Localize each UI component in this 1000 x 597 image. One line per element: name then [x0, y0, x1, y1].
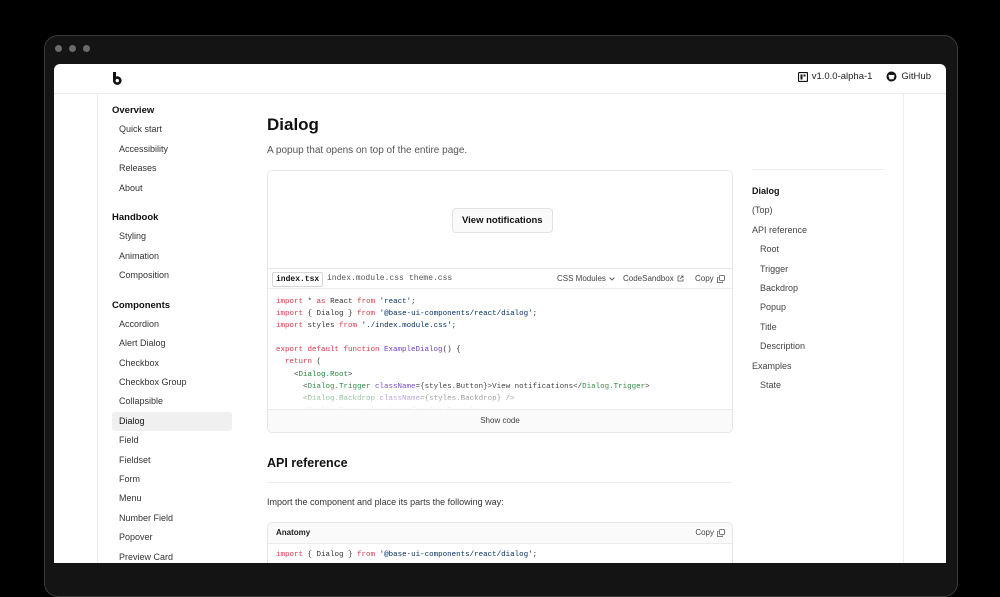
base-ui-logo-icon[interactable] [112, 72, 124, 85]
css-modules-select[interactable]: CSS Modules [557, 272, 615, 285]
toc-item-api-reference[interactable]: API reference [752, 221, 892, 240]
codesandbox-label: CodeSandbox [623, 274, 674, 283]
main-content: Dialog A popup that opens on top of the … [267, 114, 733, 563]
demo-panel: View notifications index.tsx index.modul… [267, 170, 733, 433]
show-code-button[interactable]: Show code [268, 409, 732, 432]
github-label: GitHub [901, 71, 931, 82]
nav-section-handbook: Handbook [112, 211, 159, 223]
code-line-6: return ( [285, 358, 322, 367]
github-link[interactable]: GitHub [886, 71, 931, 82]
window-controls [55, 45, 90, 52]
code-line-5: export default function ExampleDialog() … [276, 346, 461, 355]
toc-item-top[interactable]: (Top) [752, 201, 892, 220]
toc-item-trigger[interactable]: Trigger [752, 260, 892, 279]
anatomy-panel: Anatomy Copy import { Dialog } from '@ba… [267, 522, 733, 563]
sidebar-item-checkbox[interactable]: Checkbox [112, 354, 232, 373]
code-fade-overlay [268, 384, 732, 410]
css-modules-label: CSS Modules [557, 274, 606, 283]
toc-item-title[interactable]: Title [752, 318, 892, 337]
sidebar-nav: Overview Quick start Accessibility Relea… [112, 101, 232, 563]
table-of-contents: Dialog (Top) API reference Root Trigger … [752, 182, 892, 395]
nav-section-overview: Overview [112, 105, 155, 116]
sidebar-item-quick-start[interactable]: Quick start [112, 120, 232, 139]
code-line-1: import * as React from 'react'; [276, 298, 416, 306]
toc-item-dialog[interactable]: Dialog [752, 182, 892, 201]
sidebar-item-popover[interactable]: Popover [112, 528, 232, 547]
minimize-window-dot[interactable] [69, 45, 76, 52]
code-line-2: import { Dialog } from '@base-ui-compone… [276, 310, 538, 319]
sidebar-item-about[interactable]: About [112, 179, 232, 198]
header-links: v1.0.0-alpha-1 GitHub [797, 71, 931, 82]
sidebar-item-preview-card[interactable]: Preview Card [112, 548, 232, 563]
api-paragraph: Import the component and place its parts… [267, 497, 504, 507]
left-rail-divider [97, 93, 98, 563]
github-icon [886, 71, 897, 82]
toc-item-state[interactable]: State [752, 376, 892, 395]
sidebar-item-fieldset[interactable]: Fieldset [112, 451, 232, 470]
codesandbox-button[interactable]: CodeSandbox [623, 272, 684, 285]
site-header: v1.0.0-alpha-1 GitHub [54, 64, 946, 94]
page-title: Dialog [267, 115, 319, 134]
tab-theme-css[interactable]: theme.css [406, 272, 455, 285]
copy-icon [716, 274, 725, 283]
sidebar-item-alert-dialog[interactable]: Alert Dialog [112, 334, 232, 353]
sidebar-item-form[interactable]: Form [112, 470, 232, 489]
toc-item-root[interactable]: Root [752, 240, 892, 259]
page-subtitle: A popup that opens on top of the entire … [267, 145, 468, 156]
sidebar-item-animation[interactable]: Animation [112, 247, 232, 266]
toc-item-backdrop[interactable]: Backdrop [752, 279, 892, 298]
demo-preview: View notifications [268, 171, 732, 269]
version-link[interactable]: v1.0.0-alpha-1 [797, 71, 873, 82]
sidebar-item-composition[interactable]: Composition [112, 266, 232, 285]
sidebar-item-menu[interactable]: Menu [112, 489, 232, 508]
anatomy-copy-button[interactable]: Copy [695, 528, 725, 537]
tab-index-tsx[interactable]: index.tsx [272, 272, 324, 287]
sidebar-item-accordion[interactable]: Accordion [112, 315, 232, 334]
copy-code-button[interactable]: Copy [695, 272, 725, 285]
sidebar-item-number-field[interactable]: Number Field [112, 509, 232, 528]
code-line-7: <Dialog.Root> [276, 370, 353, 379]
toc-item-popup[interactable]: Popup [752, 298, 892, 317]
sidebar-item-releases[interactable]: Releases [112, 159, 232, 178]
version-label: v1.0.0-alpha-1 [811, 71, 873, 82]
anatomy-copy-label: Copy [695, 528, 714, 537]
box-icon [797, 71, 808, 82]
chevron-down-icon [609, 276, 615, 281]
nav-section-components: Components [112, 299, 171, 311]
right-rail-divider [903, 93, 904, 563]
code-line-3: import styles from './index.module.css'; [276, 322, 457, 331]
external-link-icon [677, 275, 684, 282]
copy-label: Copy [695, 274, 714, 283]
anatomy-header: Anatomy Copy [268, 523, 732, 544]
sidebar-item-accessibility[interactable]: Accessibility [112, 140, 232, 159]
anatomy-title: Anatomy [276, 528, 311, 537]
sidebar-item-field[interactable]: Field [112, 431, 232, 450]
view-notifications-button[interactable]: View notifications [452, 208, 553, 233]
toc-item-examples[interactable]: Examples [752, 357, 892, 376]
toc-item-description[interactable]: Description [752, 337, 892, 356]
code-tabs: index.tsx index.module.css theme.css CSS… [268, 269, 732, 289]
maximize-window-dot[interactable] [83, 45, 90, 52]
toc-divider [752, 169, 884, 170]
heading-divider [267, 482, 732, 483]
close-window-dot[interactable] [55, 45, 62, 52]
anatomy-code: import { Dialog } from '@base-ui-compone… [276, 551, 538, 559]
sidebar-item-checkbox-group[interactable]: Checkbox Group [112, 373, 232, 392]
sidebar-item-styling[interactable]: Styling [112, 227, 232, 246]
sidebar-item-dialog[interactable]: Dialog [112, 411, 232, 432]
tab-index-module-css[interactable]: index.module.css [324, 272, 407, 285]
sidebar-item-collapsible[interactable]: Collapsible [112, 392, 232, 411]
copy-icon [717, 528, 725, 537]
api-reference-heading: API reference [267, 456, 348, 470]
browser-window: v1.0.0-alpha-1 GitHub Overview Quick sta… [54, 64, 946, 563]
